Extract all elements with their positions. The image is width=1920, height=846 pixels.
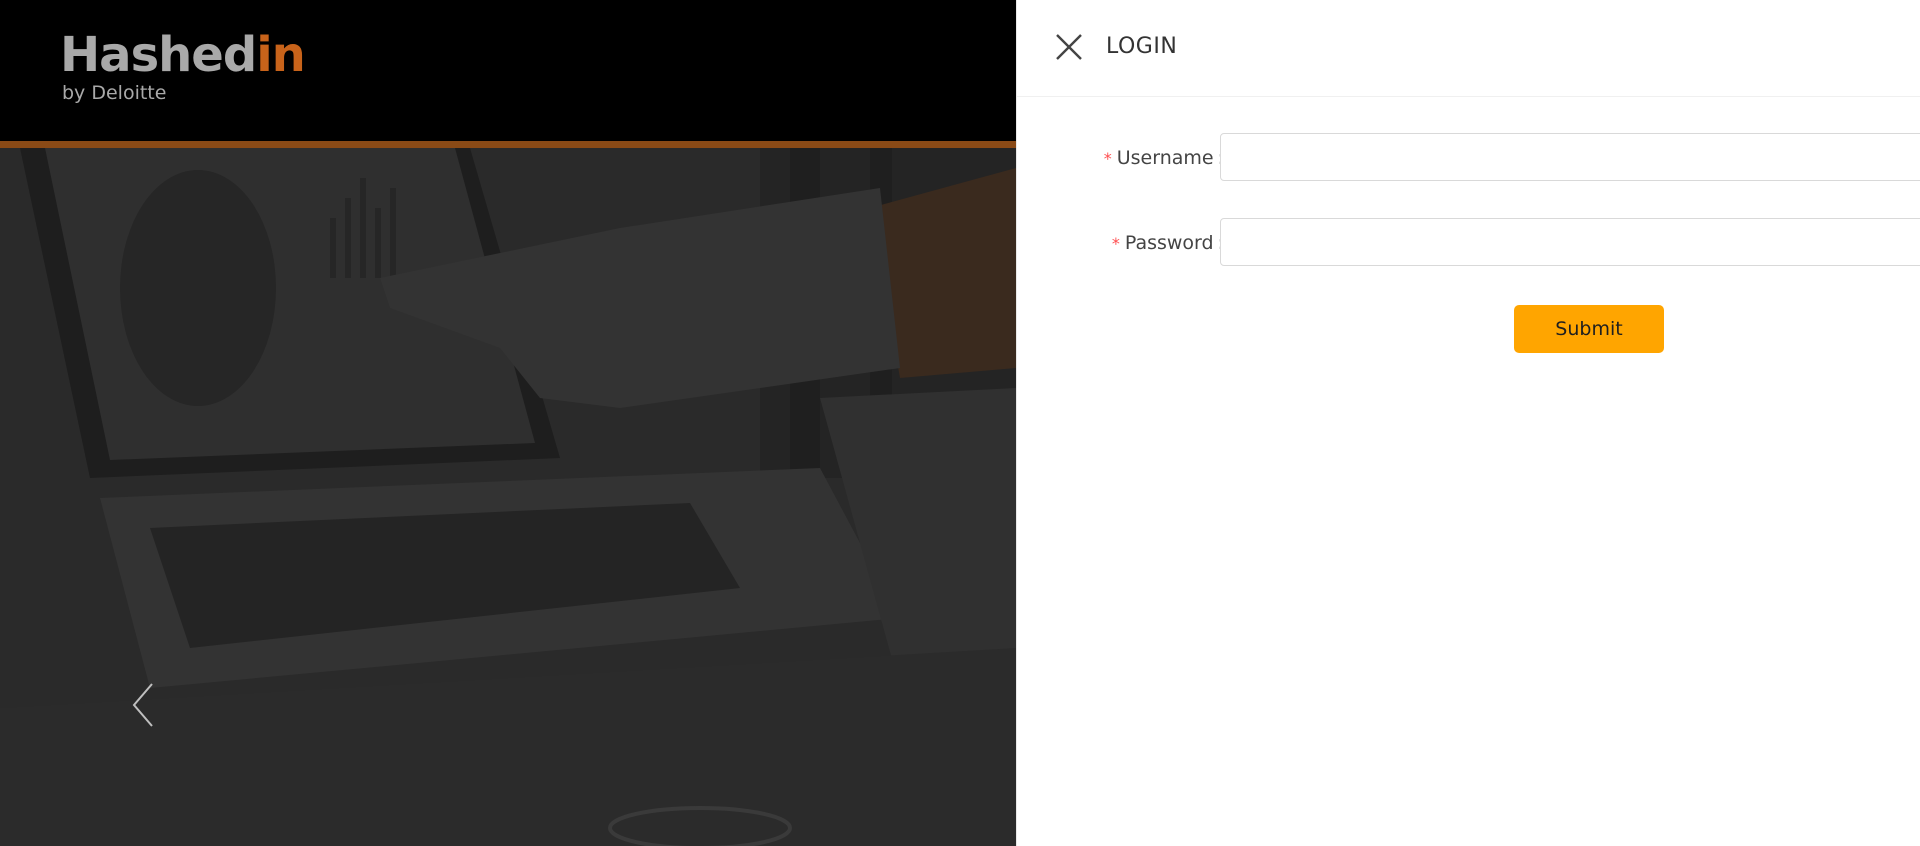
- drawer-header: LOGIN: [1017, 0, 1920, 97]
- banner-accent-line: [0, 141, 1016, 148]
- chevron-left-icon[interactable]: [124, 680, 164, 730]
- logo-main-text: Hashed: [60, 27, 257, 83]
- username-label-text: Username: [1116, 147, 1214, 169]
- hero-area: Hashedin by Deloitte: [0, 0, 1016, 846]
- password-input[interactable]: [1220, 218, 1920, 266]
- required-mark: *: [1103, 149, 1112, 168]
- top-banner: Hashedin by Deloitte: [0, 0, 1016, 141]
- password-row: *Password:: [1017, 218, 1920, 270]
- hero-image: [0, 148, 1016, 846]
- submit-button[interactable]: Submit: [1514, 305, 1664, 353]
- username-input[interactable]: [1220, 133, 1920, 181]
- username-row: *Username:: [1017, 133, 1920, 185]
- password-label: *Password:: [1112, 230, 1224, 257]
- logo-accent-text: in: [256, 27, 306, 83]
- password-label-text: Password: [1124, 232, 1214, 254]
- drawer-title: LOGIN: [1106, 34, 1178, 59]
- hashedin-logo: Hashedin by Deloitte: [60, 27, 306, 104]
- login-page: Hashedin by Deloitte LOGIN *Username:: [0, 0, 1920, 846]
- close-icon[interactable]: [1053, 31, 1085, 63]
- logo-subtitle: by Deloitte: [62, 82, 167, 104]
- logo-wordmark: Hashedin: [60, 27, 306, 83]
- username-label: *Username:: [1104, 145, 1224, 172]
- login-drawer: LOGIN *Username: *Password: Submit: [1016, 0, 1920, 846]
- required-mark: *: [1111, 234, 1120, 253]
